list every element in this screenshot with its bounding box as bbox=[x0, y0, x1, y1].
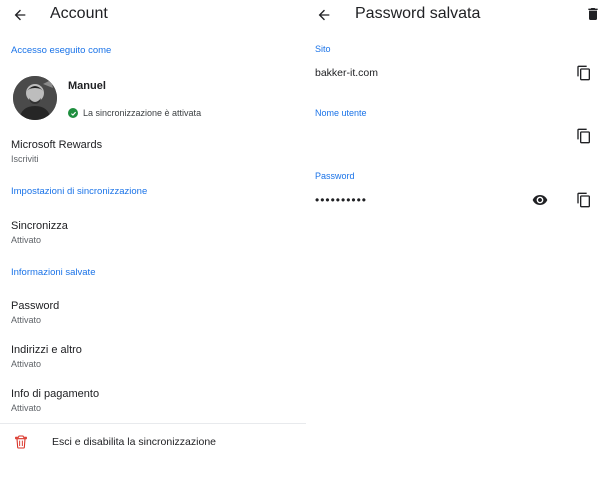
avatar[interactable] bbox=[13, 76, 57, 120]
sync-status: La sincronizzazione è attivata bbox=[68, 108, 201, 118]
show-password-button[interactable] bbox=[530, 190, 550, 210]
page-title: Password salvata bbox=[355, 5, 481, 22]
payment-info-item[interactable]: Info di pagamento Attivato bbox=[0, 385, 306, 417]
copy-icon bbox=[577, 128, 590, 144]
microsoft-rewards-item[interactable]: Microsoft Rewards Iscriviti bbox=[0, 136, 306, 168]
copy-icon bbox=[577, 65, 590, 81]
sync-status-text: La sincronizzazione è attivata bbox=[83, 108, 202, 118]
trash-icon bbox=[588, 8, 598, 20]
site-value: bakker-it.com bbox=[315, 67, 379, 79]
microsoft-rewards-title: Microsoft Rewards bbox=[11, 139, 103, 151]
delete-button[interactable] bbox=[583, 4, 603, 24]
trash-outline-icon bbox=[15, 435, 27, 449]
addresses-item-subtitle: Attivato bbox=[11, 359, 42, 369]
password-item-title: Password bbox=[11, 300, 60, 312]
payment-info-item-subtitle: Attivato bbox=[11, 403, 42, 413]
sync-settings-label: Impostazioni di sincronizzazione bbox=[11, 186, 148, 197]
sync-item[interactable]: Sincronizza Attivato bbox=[0, 217, 306, 249]
sign-out-button[interactable]: Esci e disabilita la sincronizzazione bbox=[0, 424, 306, 460]
page-title: Account bbox=[50, 5, 108, 22]
check-circle-icon bbox=[68, 108, 78, 118]
copy-password-button[interactable] bbox=[574, 190, 594, 210]
copy-site-button[interactable] bbox=[574, 63, 594, 83]
saved-password-app-bar: Password salvata bbox=[306, 0, 610, 30]
account-app-bar: Account bbox=[0, 0, 306, 30]
payment-info-item-title: Info di pagamento bbox=[11, 388, 100, 400]
addresses-item-title: Indirizzi e altro bbox=[11, 344, 82, 356]
account-panel: Account Accesso eseguito come Manuel La … bbox=[0, 0, 306, 482]
sync-subtitle: Attivato bbox=[11, 235, 42, 245]
password-item[interactable]: Password Attivato bbox=[0, 297, 306, 329]
password-value: •••••••••• bbox=[315, 193, 368, 207]
password-item-subtitle: Attivato bbox=[11, 315, 42, 325]
sign-out-label: Esci e disabilita la sincronizzazione bbox=[52, 436, 216, 448]
copy-username-button[interactable] bbox=[574, 126, 594, 146]
account-name: Manuel bbox=[68, 80, 106, 92]
copy-icon bbox=[577, 192, 590, 208]
sync-title: Sincronizza bbox=[11, 220, 68, 232]
site-label: Sito bbox=[315, 44, 331, 54]
arrow-back-icon bbox=[14, 9, 26, 21]
saved-password-panel: Password salvata Sito bakker-it.com Nome… bbox=[306, 0, 610, 482]
back-button[interactable] bbox=[10, 5, 30, 25]
saved-info-label: Informazioni salvate bbox=[11, 267, 96, 278]
password-label: Password bbox=[315, 171, 355, 181]
back-button[interactable] bbox=[314, 5, 334, 25]
addresses-item[interactable]: Indirizzi e altro Attivato bbox=[0, 341, 306, 373]
eye-icon bbox=[532, 195, 548, 205]
username-label: Nome utente bbox=[315, 108, 367, 118]
arrow-back-icon bbox=[318, 9, 330, 21]
signed-in-label: Accesso eseguito come bbox=[11, 45, 112, 56]
microsoft-rewards-subtitle: Iscriviti bbox=[11, 154, 39, 164]
